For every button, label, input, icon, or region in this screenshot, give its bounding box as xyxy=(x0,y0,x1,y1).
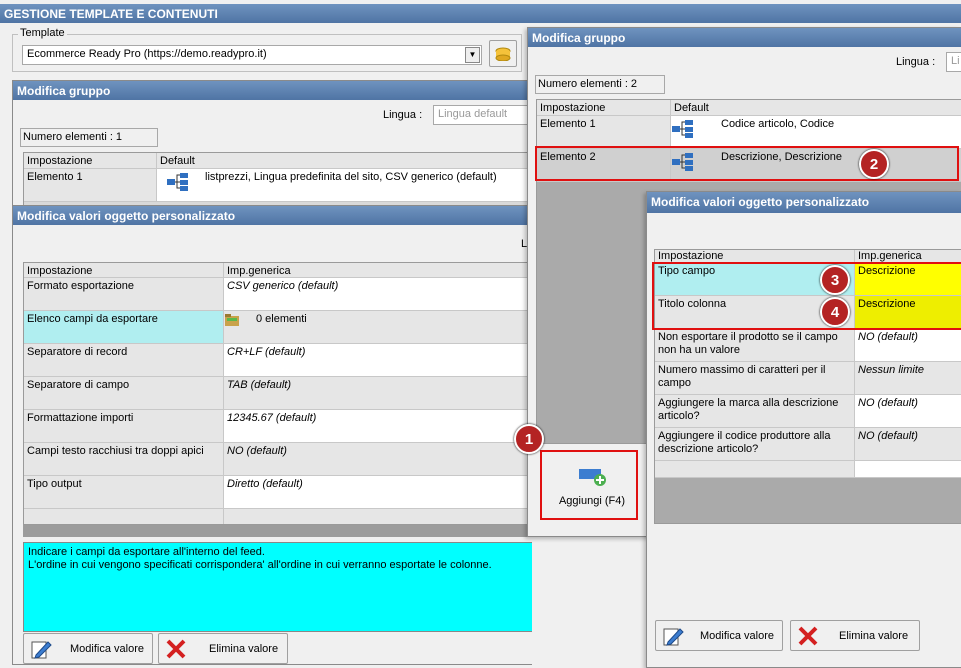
folder-icon xyxy=(225,314,239,326)
step-badge-1: 1 xyxy=(514,424,544,454)
group-right-lingua-input[interactable]: Li xyxy=(946,52,961,72)
table-row[interactable]: Separatore di campo TAB (default) xyxy=(24,377,532,410)
table-row[interactable]: Elemento 1 listprezzi, Lingua predefinit… xyxy=(24,169,532,202)
group-left-window: Modifica gruppo Lingua : Lingua default … xyxy=(12,80,532,210)
table-row[interactable]: Campi testo racchiusi tra doppi apici NO… xyxy=(24,443,532,476)
table-row[interactable]: Numero massimo di caratteri per il campo… xyxy=(655,362,961,395)
table-row[interactable]: Aggiungere il codice produttore alla des… xyxy=(655,428,961,461)
row-value: NO (default) xyxy=(224,443,532,475)
row-name: Separatore di record xyxy=(24,344,224,376)
row-value: Diretto (default) xyxy=(224,476,532,508)
tree-structure-icon xyxy=(672,120,693,138)
database-icon xyxy=(495,47,511,61)
table-row[interactable]: Elenco campi da esportare 0 elementi xyxy=(24,311,532,344)
table-row[interactable]: Non esportare il prodotto se il campo no… xyxy=(655,329,961,362)
group-left-header-default: Default xyxy=(157,153,532,168)
row-value: NO (default) xyxy=(855,428,961,460)
template-select-value: Ecommerce Ready Pro (https://demo.readyp… xyxy=(27,48,267,60)
object-left-header-impostazione: Impostazione xyxy=(24,263,224,277)
template-open-button[interactable] xyxy=(489,40,517,67)
group-left-count: Numero elementi : 1 xyxy=(20,128,158,147)
row-value: NO (default) xyxy=(855,329,961,361)
group-left-lingua-placeholder: Lingua default xyxy=(438,108,508,120)
tree-structure-icon xyxy=(167,173,188,191)
group-right-lingua-label: Lingua : xyxy=(896,56,936,68)
group-right-lingua-fragment: Li xyxy=(951,55,960,67)
red-x-icon xyxy=(166,639,186,658)
group-left-title: Modifica gruppo xyxy=(13,81,532,100)
group-left-header-impostazione: Impostazione xyxy=(24,153,157,168)
delete-value-button[interactable]: Elimina valore xyxy=(790,620,920,651)
delete-value-label: Elimina valore xyxy=(839,629,909,642)
object-right-header-impostazione: Impostazione xyxy=(655,250,855,262)
row-name: Aggiungere la marca alla descrizione art… xyxy=(655,395,855,427)
step-badge-2: 2 xyxy=(859,149,889,179)
highlight-field-rows xyxy=(652,262,961,330)
row-name: Elenco campi da esportare xyxy=(24,311,224,343)
help-line-2: L'ordine in cui vengono specificati corr… xyxy=(28,559,492,571)
row-name: Formattazione importi xyxy=(24,410,224,442)
table-row[interactable]: Aggiungere la marca alla descrizione art… xyxy=(655,395,961,428)
row-name: Tipo output xyxy=(24,476,224,508)
group-left-lingua-label: Lingua : xyxy=(383,109,423,121)
template-select[interactable]: Ecommerce Ready Pro (https://demo.readyp… xyxy=(22,45,482,65)
object-right-title: Modifica valori oggetto personalizzato xyxy=(647,192,961,213)
object-left-header-impgenerica: Imp.generica xyxy=(224,263,532,277)
table-row[interactable]: Separatore di record CR+LF (default) xyxy=(24,344,532,377)
red-x-icon xyxy=(798,626,818,645)
group-right-header-default: Default xyxy=(671,100,961,115)
chevron-down-icon[interactable]: ▼ xyxy=(465,47,480,63)
highlight-element-2-row xyxy=(535,146,959,181)
table-row[interactable] xyxy=(24,509,532,524)
edit-value-label: Modifica valore xyxy=(700,629,774,642)
row-value: TAB (default) xyxy=(224,377,532,409)
delete-value-label: Elimina valore xyxy=(209,642,279,655)
row-name: Numero massimo di caratteri per il campo xyxy=(655,362,855,394)
row-name: Campi testo racchiusi tra doppi apici xyxy=(24,443,224,475)
group-left-row-value: listprezzi, Lingua predefinita del sito,… xyxy=(157,169,532,201)
table-row[interactable]: Formato esportazione CSV generico (defau… xyxy=(24,278,532,311)
step-badge-3: 3 xyxy=(820,265,850,295)
group-right-title: Modifica gruppo xyxy=(528,28,961,47)
row-name: Aggiungere il codice produttore alla des… xyxy=(655,428,855,460)
object-right-header-impgenerica: Imp.generica xyxy=(855,250,961,262)
template-label: Template xyxy=(18,27,67,39)
table-row[interactable]: Formattazione importi 12345.67 (default) xyxy=(24,410,532,443)
group-right-header-impostazione: Impostazione xyxy=(537,100,671,115)
row-value: CR+LF (default) xyxy=(224,344,532,376)
app-title: GESTIONE TEMPLATE E CONTENUTI xyxy=(4,7,218,21)
edit-value-button[interactable]: Modifica valore xyxy=(23,633,153,664)
object-left-scrollbar[interactable] xyxy=(23,525,532,537)
pencil-edit-icon xyxy=(31,640,52,659)
row-value: Codice articolo, Codice xyxy=(671,116,961,148)
row-value: CSV generico (default) xyxy=(224,278,532,310)
delete-value-button[interactable]: Elimina valore xyxy=(158,633,288,664)
row-name: Separatore di campo xyxy=(24,377,224,409)
pencil-edit-icon xyxy=(663,627,684,646)
row-name: Elemento 1 xyxy=(537,116,671,148)
table-row[interactable] xyxy=(655,461,961,478)
edit-value-button[interactable]: Modifica valore xyxy=(655,620,783,651)
group-right-count: Numero elementi : 2 xyxy=(535,75,665,94)
row-name: Formato esportazione xyxy=(24,278,224,310)
row-value: NO (default) xyxy=(855,395,961,427)
object-left-title: Modifica valori oggetto personalizzato xyxy=(13,206,532,225)
row-value: 0 elementi xyxy=(224,311,532,343)
group-left-lingua-input[interactable]: Lingua default xyxy=(433,105,532,125)
row-value: 12345.67 (default) xyxy=(224,410,532,442)
table-row[interactable]: Elemento 1 Codice articolo, Codice xyxy=(537,116,961,149)
highlight-add-button xyxy=(540,450,638,520)
row-name: Non esportare il prodotto se il campo no… xyxy=(655,329,855,361)
object-left-grid: Impostazione Imp.generica Formato esport… xyxy=(23,262,532,525)
main-title-bar: GESTIONE TEMPLATE E CONTENUTI xyxy=(0,4,961,23)
row-value: Nessun limite xyxy=(855,362,961,394)
help-line-1: Indicare i campi da esportare all'intern… xyxy=(28,546,265,558)
step-badge-4: 4 xyxy=(820,297,850,327)
table-row[interactable]: Tipo output Diretto (default) xyxy=(24,476,532,509)
group-left-grid: Impostazione Default Elemento 1 listprez… xyxy=(23,152,532,209)
group-left-row-name: Elemento 1 xyxy=(24,169,157,201)
object-left-help-panel: Indicare i campi da esportare all'intern… xyxy=(23,542,532,632)
object-left-window: Modifica valori oggetto personalizzato L… xyxy=(12,205,532,665)
edit-value-label: Modifica valore xyxy=(70,642,144,655)
